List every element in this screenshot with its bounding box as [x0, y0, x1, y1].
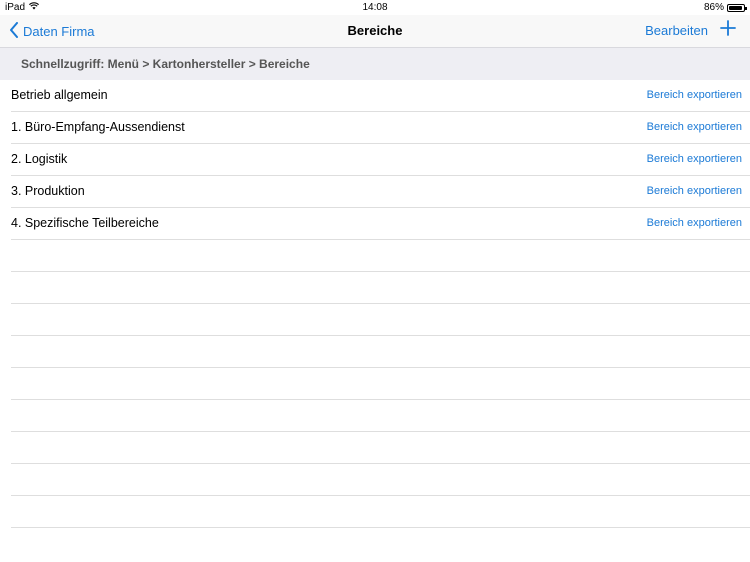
list-item[interactable]: 1. Büro-Empfang-Aussendienst Bereich exp… [11, 112, 750, 144]
status-right: 86% [703, 2, 747, 13]
export-area-button[interactable]: Bereich exportieren [647, 153, 742, 165]
export-area-button[interactable]: Bereich exportieren [647, 185, 742, 197]
list-item[interactable]: 3. Produktion Bereich exportieren [11, 176, 750, 208]
row-label: 2. Logistik [11, 152, 68, 166]
edit-button[interactable]: Bearbeiten [645, 23, 708, 38]
status-time: 14:08 [362, 2, 388, 13]
empty-row [11, 464, 750, 496]
breadcrumb: Schnellzugriff: Menü > Kartonhersteller … [21, 57, 310, 71]
list-item[interactable]: 2. Logistik Bereich exportieren [11, 144, 750, 176]
add-button[interactable] [720, 20, 736, 41]
row-label: 1. Büro-Empfang-Aussendienst [11, 120, 185, 134]
empty-row [11, 336, 750, 368]
empty-row [11, 272, 750, 304]
export-area-button[interactable]: Bereich exportieren [647, 217, 742, 229]
list-item[interactable]: 4. Spezifische Teilbereiche Bereich expo… [11, 208, 750, 240]
row-label: 3. Produktion [11, 184, 85, 198]
empty-row [11, 432, 750, 464]
list-item[interactable]: Betrieb allgemein Bereich exportieren [11, 80, 750, 112]
empty-row [11, 496, 750, 528]
plus-icon [720, 20, 736, 40]
row-label: Betrieb allgemein [11, 88, 108, 102]
area-list: Betrieb allgemein Bereich exportieren 1.… [0, 80, 750, 528]
quick-access-breadcrumb: Schnellzugriff: Menü > Kartonhersteller … [0, 47, 750, 80]
status-bar: iPad 14:08 86% [0, 0, 750, 15]
battery-percent: 86% [703, 2, 724, 13]
export-area-button[interactable]: Bereich exportieren [647, 89, 742, 101]
page-title: Bereiche [347, 23, 403, 38]
battery-icon [727, 3, 747, 12]
empty-row [11, 368, 750, 400]
empty-row [11, 240, 750, 272]
empty-row [11, 304, 750, 336]
export-area-button[interactable]: Bereich exportieren [647, 121, 742, 133]
navigation-bar: Daten Firma Bereiche Bearbeiten [0, 15, 750, 47]
empty-row [11, 400, 750, 432]
row-label: 4. Spezifische Teilbereiche [11, 216, 159, 230]
